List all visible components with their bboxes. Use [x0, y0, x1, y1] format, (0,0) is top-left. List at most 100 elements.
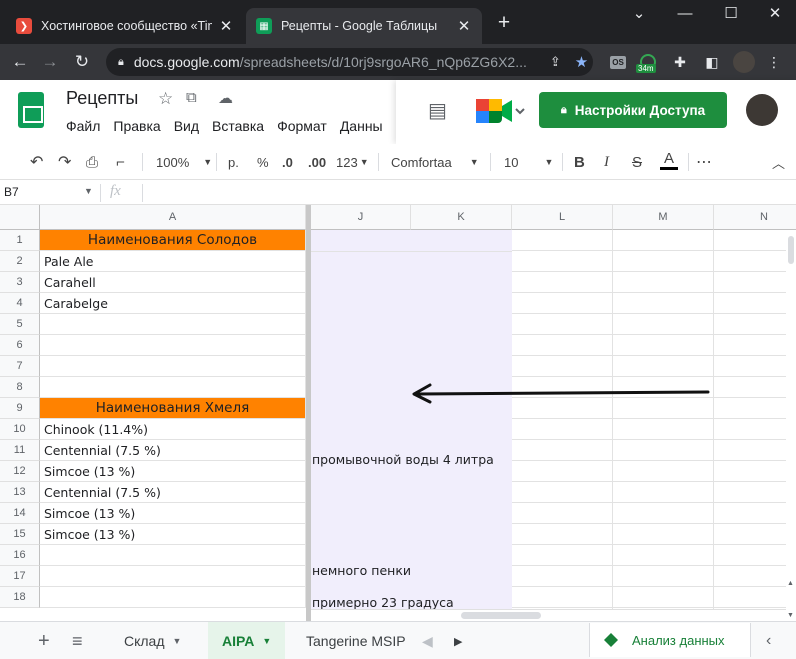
cell-a16[interactable] [40, 545, 306, 566]
scroll-thumb[interactable] [788, 236, 794, 264]
back-icon[interactable]: ← [8, 50, 32, 74]
row-header-16[interactable]: 16 [0, 545, 40, 566]
currency-format-button[interactable]: р. [228, 152, 239, 172]
menu-format[interactable]: Формат [277, 118, 327, 134]
os-extension-icon[interactable]: OS [606, 50, 630, 74]
cell-a10[interactable]: Chinook (11.4%) [40, 419, 306, 440]
row-header-17[interactable]: 17 [0, 566, 40, 587]
side-panel-toggle-icon[interactable]: ‹ [760, 622, 777, 659]
row-header-18[interactable]: 18 [0, 587, 40, 608]
reload-icon[interactable]: ↻ [70, 50, 94, 74]
share-page-icon[interactable]: ⇪ [550, 54, 561, 70]
cell-a7[interactable] [40, 356, 306, 377]
explore-button[interactable]: Анализ данных [589, 623, 751, 657]
cell-a2[interactable]: Pale Ale [40, 251, 306, 272]
close-window-icon[interactable]: ✕ [754, 0, 796, 26]
row-header-8[interactable]: 8 [0, 377, 40, 398]
move-folder-icon[interactable]: ⧉ [186, 89, 197, 106]
row-header-12[interactable]: 12 [0, 461, 40, 482]
section-header-cell[interactable]: Наименования Хмеля [40, 398, 306, 419]
browser-menu-icon[interactable]: ⋮ [762, 50, 786, 74]
cell-a4[interactable]: Carabelge [40, 293, 306, 314]
cell-a14[interactable]: Simcoe (13 %) [40, 503, 306, 524]
row-header-4[interactable]: 4 [0, 293, 40, 314]
address-bar[interactable]: 🔒︎ docs.google.com/spreadsheets/d/10rj9s… [106, 48, 593, 76]
meet-icon[interactable] [474, 96, 526, 126]
undo-icon[interactable]: ↶ [30, 152, 43, 172]
collapse-menus-icon[interactable]: ︿ [772, 152, 785, 172]
redo-icon[interactable]: ↷ [58, 152, 71, 172]
close-tab-icon[interactable]: ✕ [456, 17, 472, 35]
comments-icon[interactable]: ▤ [428, 98, 447, 123]
close-tab-icon[interactable]: ✕ [218, 17, 234, 35]
row-header-9[interactable]: 9 [0, 398, 40, 419]
cell-a5[interactable] [40, 314, 306, 335]
cell-a12[interactable]: Simcoe (13 %) [40, 461, 306, 482]
cell-a15[interactable]: Simcoe (13 %) [40, 524, 306, 545]
sheet-tab-sklad[interactable]: Склад ▼ [110, 622, 195, 659]
scroll-tabs-left-icon[interactable]: ◀ [416, 622, 439, 659]
row-header-7[interactable]: 7 [0, 356, 40, 377]
decrease-decimal-button[interactable]: .0 [282, 152, 293, 172]
sheet-tab-tangerine[interactable]: Tangerine MSIP [292, 622, 420, 659]
section-header-cell[interactable]: Наименования Солодов [40, 230, 306, 251]
print-icon[interactable]: ⎙ [86, 152, 98, 172]
extensions-puzzle-icon[interactable]: ✚ [668, 50, 692, 74]
row-header-5[interactable]: 5 [0, 314, 40, 335]
font-size-select[interactable]: 10 ▼ [504, 152, 553, 172]
new-tab-button[interactable]: + [492, 12, 516, 36]
row-header-10[interactable]: 10 [0, 419, 40, 440]
strikethrough-button[interactable]: S [632, 152, 642, 172]
cell-a13[interactable]: Centennial (7.5 %) [40, 482, 306, 503]
sidebar-icon[interactable]: ◧ [700, 50, 724, 74]
browser-tab-sheets[interactable]: ▦ Рецепты - Google Таблицы ✕ [246, 8, 482, 44]
maximize-icon[interactable]: ☐ [710, 0, 752, 26]
empty-cells[interactable] [512, 230, 796, 621]
font-select[interactable]: Comfortaa ▼ [391, 152, 479, 172]
row-header-1[interactable]: 1 [0, 230, 40, 251]
all-sheets-button[interactable]: ≡ [64, 622, 91, 659]
scroll-tabs-right-icon[interactable]: ▶ [448, 622, 468, 659]
name-box[interactable]: B7 [4, 185, 19, 199]
forward-icon[interactable]: → [38, 50, 62, 74]
row-header-11[interactable]: 11 [0, 440, 40, 461]
cell-a6[interactable] [40, 335, 306, 356]
menu-view[interactable]: Вид [174, 118, 199, 134]
column-header-l[interactable]: L [512, 205, 613, 230]
cell-a8[interactable] [40, 377, 306, 398]
bold-button[interactable]: B [574, 152, 585, 172]
minimize-icon[interactable]: — [664, 0, 706, 26]
add-sheet-button[interactable]: + [30, 622, 58, 659]
chevron-down-icon[interactable]: ▼ [84, 186, 93, 196]
increase-decimal-button[interactable]: .00 [308, 152, 326, 172]
column-header-k[interactable]: K [411, 205, 512, 230]
column-header-n[interactable]: N [714, 205, 796, 230]
hidden-columns-divider[interactable] [306, 205, 311, 621]
cell-a11[interactable]: Centennial (7.5 %) [40, 440, 306, 461]
percent-format-button[interactable]: % [257, 152, 269, 172]
column-header-j[interactable]: J [311, 205, 411, 230]
number-format-select[interactable]: 123 ▼ [336, 152, 369, 172]
formula-input[interactable] [150, 185, 770, 201]
row-header-3[interactable]: 3 [0, 272, 40, 293]
cell-a3[interactable]: Carahell [40, 272, 306, 293]
menu-file[interactable]: Файл [66, 118, 100, 134]
zoom-select[interactable]: 100% ▼ [156, 152, 212, 172]
sheets-logo-icon[interactable] [18, 92, 44, 128]
row-header-14[interactable]: 14 [0, 503, 40, 524]
row-header-13[interactable]: 13 [0, 482, 40, 503]
star-icon[interactable]: ☆ [158, 89, 173, 109]
column-header-m[interactable]: M [613, 205, 714, 230]
user-avatar[interactable] [746, 94, 778, 126]
tab-search-icon[interactable]: ⌄ [618, 0, 660, 26]
doc-title[interactable]: Рецепты [66, 88, 138, 109]
browser-tab-timeweb[interactable]: ❯ Хостинговое сообщество «Time ✕ [6, 8, 244, 44]
bookmark-star-icon[interactable]: ★ [575, 53, 588, 71]
sheet-tab-aipa[interactable]: AIPA ▼ [208, 622, 286, 659]
more-options-icon[interactable]: ⋯ [696, 152, 712, 172]
share-button[interactable]: 🔒︎ Настройки Доступа [539, 92, 727, 128]
scroll-thumb[interactable] [461, 612, 541, 619]
select-all-corner[interactable] [0, 205, 40, 230]
row-header-15[interactable]: 15 [0, 524, 40, 545]
row-header-2[interactable]: 2 [0, 251, 40, 272]
